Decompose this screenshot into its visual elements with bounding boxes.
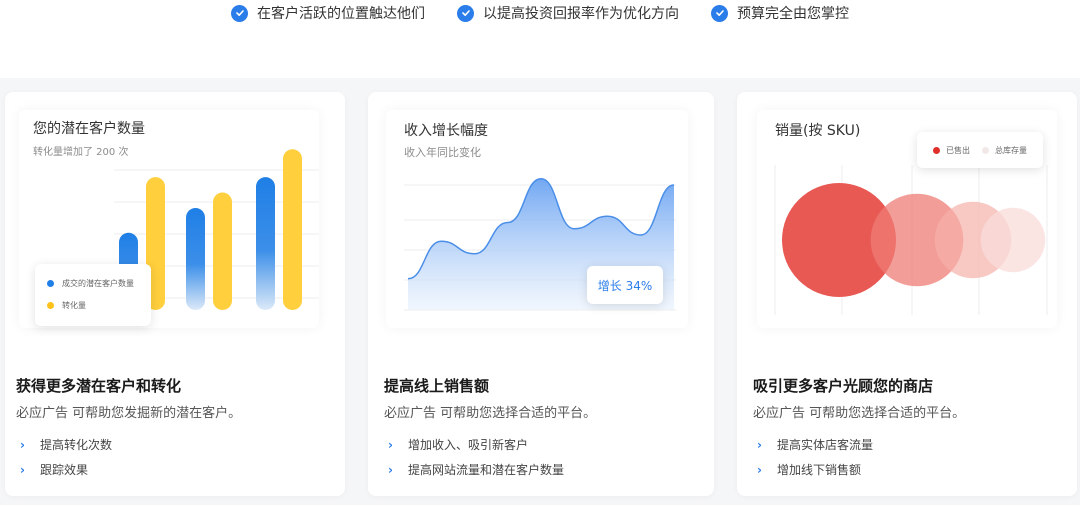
- legend-swatch: [933, 146, 940, 154]
- bar-conversions: [283, 149, 302, 310]
- check-circle-icon: [457, 4, 474, 22]
- bar-closed-leads: [186, 208, 205, 310]
- legend-label: 转化量: [62, 300, 86, 310]
- list-item: › 跟踪效果: [20, 457, 112, 482]
- chart-legend: 已售出 总库存量: [917, 132, 1043, 168]
- list-item-label: 提高实体店客流量: [777, 438, 874, 452]
- list-item-label: 增加收入、吸引新客户: [408, 438, 529, 452]
- growth-badge-label: 增长 34%: [597, 278, 653, 293]
- legend-item-closed-leads: 成交的潜在客户数量: [35, 272, 151, 294]
- list-item: › 增加线下销售额: [757, 457, 873, 482]
- growth-badge: 增长 34%: [587, 266, 663, 304]
- benefit-item-roi: 以提高投资回报率作为优化方向: [457, 3, 679, 23]
- list-item: › 提高转化次数: [20, 432, 112, 457]
- list-item: › 提高网站流量和潜在客户数量: [388, 457, 564, 482]
- chevron-right-icon: ›: [20, 462, 25, 477]
- legend-swatch: [47, 279, 54, 287]
- legend-swatch: [982, 146, 989, 154]
- chevron-right-icon: ›: [20, 437, 25, 452]
- legend-label: 成交的潜在客户数量: [62, 278, 134, 288]
- chevron-right-icon: ›: [388, 437, 393, 452]
- list-item-label: 提高网站流量和潜在客户数量: [408, 463, 565, 477]
- card-title: 获得更多潜在客户和转化: [16, 377, 182, 395]
- list-item: › 提高实体店客流量: [757, 432, 873, 457]
- list-item-label: 跟踪效果: [40, 463, 89, 477]
- benefit-label: 预算完全由您掌控: [737, 6, 849, 22]
- list-item: › 增加收入、吸引新客户: [388, 432, 564, 457]
- card-title: 吸引更多客户光顾您的商店: [753, 377, 934, 395]
- card-description: 必应广告 可帮助您选择合适的平台。: [384, 406, 597, 421]
- card-feature-list: › 提高实体店客流量 › 增加线下销售额: [757, 432, 873, 482]
- card-description: 必应广告 可帮助您选择合适的平台。: [753, 406, 966, 421]
- benefits-row: 在客户活跃的位置触达他们 以提高投资回报率作为优化方向 预算完全由您掌控: [0, 0, 1080, 26]
- card-feature-list: › 增加收入、吸引新客户 › 提高网站流量和潜在客户数量: [388, 432, 564, 482]
- card-description: 必应广告 可帮助您发掘新的潜在客户。: [16, 406, 242, 421]
- chart-legend: 成交的潜在客户数量 转化量: [35, 264, 151, 326]
- card-leads: 您的潜在客户数量 转化量增加了 200 次 成交的潜在客户数量 转化量 获得更多…: [5, 92, 345, 496]
- benefit-item-budget: 预算完全由您掌控: [711, 3, 849, 23]
- bar-closed-leads: [256, 177, 275, 310]
- card-feature-list: › 提高转化次数 › 跟踪效果: [20, 432, 112, 482]
- card-store-traffic: 销量(按 SKU) 已售出 总库存量 吸引更多客户光顾您的商店 必应广告 可帮助…: [737, 92, 1077, 496]
- benefit-label: 在客户活跃的位置触达他们: [257, 6, 425, 22]
- legend-label: 总库存量: [995, 145, 1027, 155]
- chevron-right-icon: ›: [757, 462, 762, 477]
- legend-item-sold: 已售出: [933, 145, 970, 156]
- bar-conversions: [213, 192, 232, 310]
- benefit-label: 以提高投资回报率作为优化方向: [483, 6, 679, 22]
- legend-item-conversions: 转化量: [35, 294, 151, 316]
- legend-item-inventory: 总库存量: [982, 145, 1027, 156]
- card-title: 提高线上销售额: [384, 377, 490, 395]
- legend-swatch: [47, 301, 54, 309]
- list-item-label: 提高转化次数: [40, 438, 113, 452]
- check-circle-icon: [711, 4, 728, 22]
- chevron-right-icon: ›: [757, 437, 762, 452]
- benefit-item-reach: 在客户活跃的位置触达他们: [231, 3, 425, 23]
- card-online-sales: 收入增长幅度 收入年同比变化 增长 34% 提高线上销售额 必应广告 可帮助您选…: [368, 92, 714, 496]
- bubble: [980, 207, 1046, 273]
- list-item-label: 增加线下销售额: [777, 463, 862, 477]
- legend-label: 已售出: [946, 145, 970, 155]
- chevron-right-icon: ›: [388, 462, 393, 477]
- check-circle-icon: [231, 4, 248, 22]
